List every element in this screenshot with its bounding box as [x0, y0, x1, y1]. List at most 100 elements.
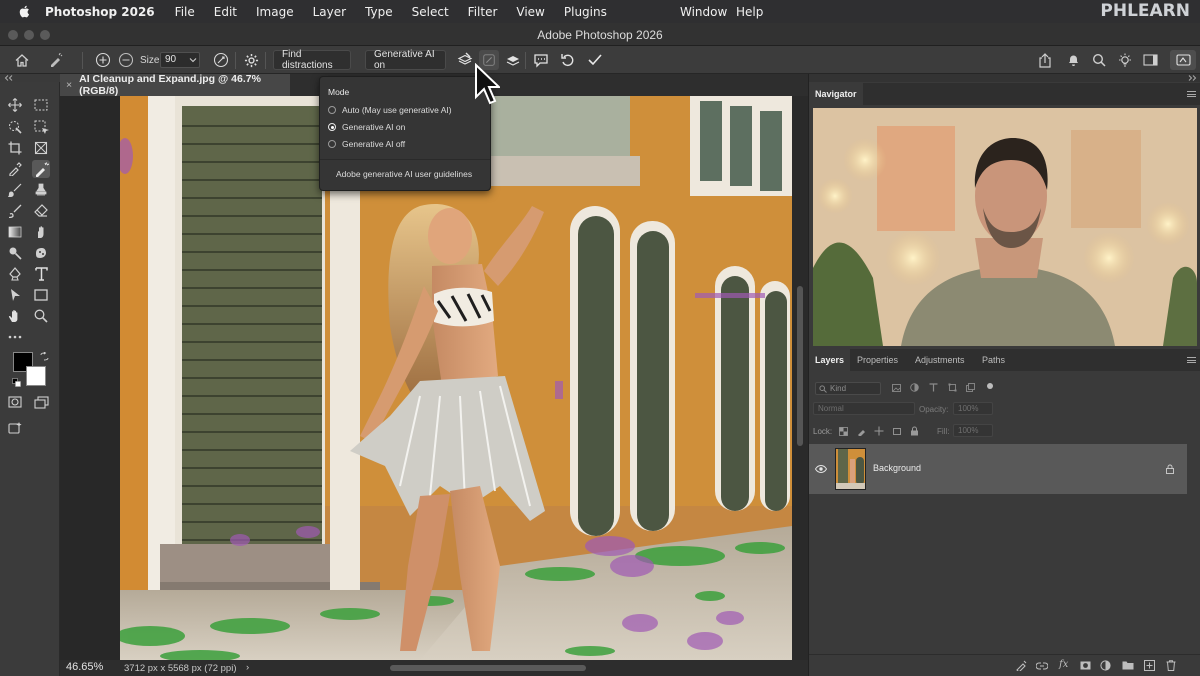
feedback-comment-icon[interactable] — [531, 50, 551, 70]
navigator-panel-menu-icon[interactable] — [1187, 91, 1196, 97]
hand-tool-icon[interactable] — [6, 307, 24, 325]
move-tool-icon[interactable] — [6, 96, 24, 114]
quick-mask-icon[interactable] — [6, 393, 24, 411]
zoom-tool-icon[interactable] — [32, 307, 50, 325]
reset-undo-icon[interactable] — [558, 50, 578, 70]
menu-edit[interactable]: Edit — [214, 5, 237, 19]
menu-file[interactable]: File — [175, 5, 195, 19]
tab-navigator[interactable]: Navigator — [809, 83, 863, 105]
fill-field[interactable]: 100% — [953, 424, 993, 437]
pressure-size-icon[interactable] — [211, 50, 231, 70]
vertical-scroll-thumb[interactable] — [797, 286, 803, 446]
menu-window[interactable]: Window — [680, 5, 727, 19]
menu-filter[interactable]: Filter — [468, 5, 498, 19]
toolbar-collapse-handle[interactable] — [0, 74, 60, 82]
mode-option-gen-ai-on[interactable]: Generative AI on — [328, 122, 405, 132]
share-icon[interactable] — [1035, 50, 1055, 70]
gradient-tool-icon[interactable] — [6, 223, 24, 241]
blend-mode-dropdown[interactable]: Normal — [813, 402, 915, 415]
discover-lightbulb-icon[interactable] — [1115, 50, 1135, 70]
notifications-bell-icon[interactable] — [1063, 50, 1083, 70]
layer-style-fx-icon[interactable]: fx — [1059, 659, 1068, 670]
mode-auto-radio[interactable] — [328, 106, 336, 114]
settings-gear-icon[interactable] — [241, 50, 261, 70]
lock-transparent-pixels-icon[interactable] — [839, 427, 848, 436]
add-layer-mask-icon[interactable] — [1080, 661, 1091, 670]
menu-plugins[interactable]: Plugins — [564, 5, 607, 19]
home-icon[interactable] — [12, 50, 32, 70]
close-document-tab-icon[interactable]: × — [66, 79, 72, 91]
eyedropper-tool-icon[interactable] — [6, 160, 24, 178]
menu-select[interactable]: Select — [412, 5, 449, 19]
background-color-swatch[interactable] — [26, 366, 46, 386]
default-colors-icon[interactable] — [12, 378, 21, 390]
workspace-layout-icon[interactable] — [1140, 50, 1160, 70]
edit-toolbar-more-icon[interactable] — [6, 328, 24, 346]
remove-tool-active-icon[interactable] — [32, 160, 50, 178]
new-group-folder-icon[interactable] — [1122, 660, 1134, 670]
select-subject-tool-icon[interactable] — [32, 118, 50, 136]
filter-pixel-layers-icon[interactable] — [892, 384, 901, 392]
document-tab[interactable]: × AI Cleanup and Expand.jpg @ 46.7% (RGB… — [60, 73, 290, 97]
gen-ai-guidelines-link[interactable]: Adobe generative AI user guidelines — [336, 169, 472, 179]
mode-option-gen-ai-off[interactable]: Generative AI off — [328, 139, 405, 149]
mode-gen-ai-off-radio[interactable] — [328, 140, 336, 148]
remove-tool-icon[interactable] — [46, 50, 66, 70]
link-layers-icon[interactable] — [1036, 662, 1048, 670]
sponge-tool-icon[interactable] — [32, 244, 50, 262]
size-dropdown-chevron-icon[interactable] — [187, 50, 199, 70]
lock-image-pixels-icon[interactable] — [857, 427, 866, 436]
menu-layer[interactable]: Layer — [313, 5, 346, 19]
commit-checkmark-icon[interactable] — [585, 50, 605, 70]
zoom-level[interactable]: 46.65% — [66, 661, 103, 673]
dodge-tool-icon[interactable] — [6, 244, 24, 262]
lock-all-icon[interactable] — [910, 426, 919, 436]
filter-shape-layers-icon[interactable] — [948, 383, 957, 392]
find-distractions-button[interactable]: Find distractions — [273, 49, 351, 71]
filter-smart-objects-icon[interactable] — [966, 383, 975, 392]
horizontal-scroll-thumb[interactable] — [390, 665, 586, 671]
tab-paths[interactable]: Paths — [976, 349, 1011, 371]
generative-ai-mode-dropdown[interactable]: Generative AI on — [365, 49, 446, 71]
new-adjustment-layer-icon[interactable] — [1100, 660, 1111, 671]
sample-all-layers-icon[interactable] — [455, 50, 475, 70]
object-selection-tool-icon[interactable] — [6, 118, 24, 136]
filter-type-layers-icon[interactable] — [929, 383, 938, 392]
frame-tool-icon[interactable] — [32, 139, 50, 157]
crop-tool-icon[interactable] — [6, 139, 24, 157]
swap-colors-icon[interactable] — [40, 351, 49, 364]
layer-visibility-eye-icon[interactable] — [815, 465, 827, 473]
history-brush-tool-icon[interactable] — [6, 202, 24, 220]
tab-layers[interactable]: Layers — [809, 349, 851, 371]
pen-tool-icon[interactable] — [6, 265, 24, 283]
path-selection-tool-icon[interactable] — [6, 286, 24, 304]
cloud-docs-icon[interactable] — [1170, 50, 1196, 70]
mode-gen-ai-on-radio[interactable] — [328, 123, 336, 131]
menu-image[interactable]: Image — [256, 5, 294, 19]
screen-mode-icon[interactable] — [32, 393, 50, 411]
layers-panel-menu-icon[interactable] — [1187, 357, 1196, 363]
menu-type[interactable]: Type — [365, 5, 393, 19]
menu-view[interactable]: View — [516, 5, 544, 19]
panel-collapse-strip[interactable] — [809, 74, 1200, 82]
apple-logo-icon[interactable] — [15, 5, 33, 18]
layer-row-background[interactable]: Background — [809, 444, 1187, 494]
eraser-tool-icon[interactable] — [32, 202, 50, 220]
navigator-preview[interactable] — [813, 108, 1197, 346]
layer-name[interactable]: Background — [873, 463, 921, 473]
status-info-arrow[interactable]: › — [246, 662, 249, 673]
subtract-brush-mode-icon[interactable] — [117, 50, 135, 70]
generative-ai-assistant-icon[interactable] — [6, 418, 24, 436]
lock-artboard-icon[interactable] — [892, 427, 902, 436]
opacity-field[interactable]: 100% — [953, 402, 993, 415]
smudge-tool-icon[interactable] — [32, 223, 50, 241]
filter-adjustment-layers-icon[interactable] — [910, 383, 919, 392]
tab-adjustments[interactable]: Adjustments — [909, 349, 971, 371]
lock-position-icon[interactable] — [874, 426, 884, 436]
filter-toggle-dot[interactable] — [987, 383, 993, 389]
layers-stack-ai-icon[interactable] — [503, 50, 523, 70]
search-icon[interactable] — [1089, 50, 1109, 70]
vertical-scrollbar[interactable] — [792, 96, 808, 660]
new-layer-icon[interactable] — [1144, 660, 1155, 671]
brush-tool-icon[interactable] — [6, 181, 24, 199]
